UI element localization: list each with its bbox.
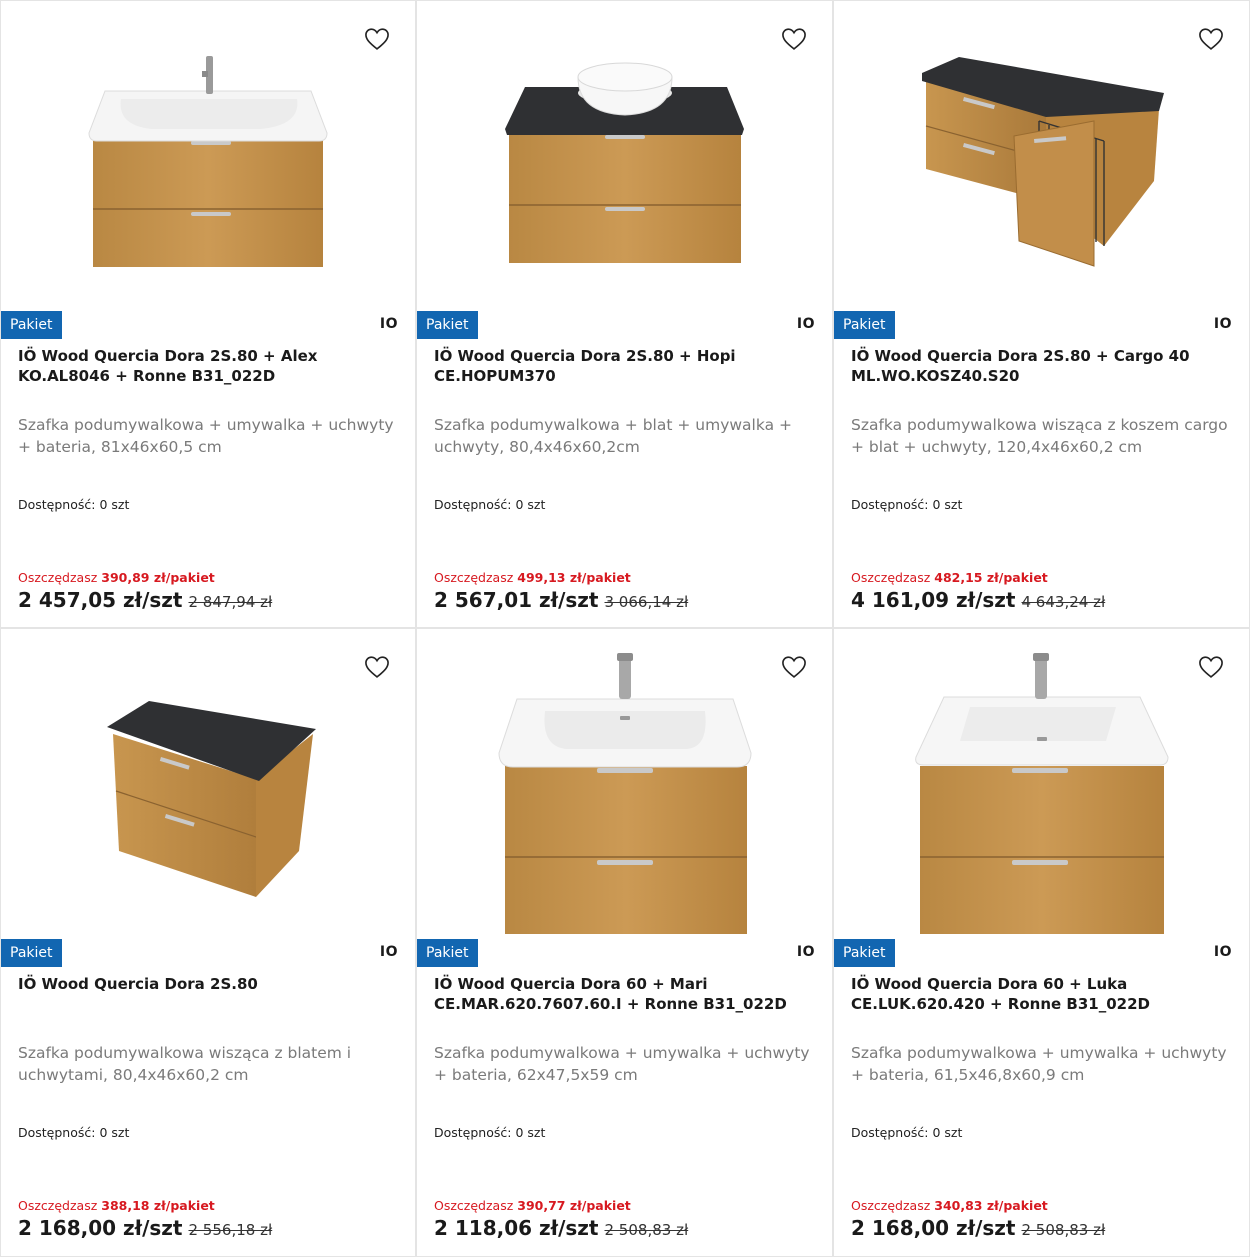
brand-logo: IO [1213,944,1232,960]
badge-row: Pakiet IO [417,939,832,967]
product-description: Szafka podumywalkowa + umywalka + uchwyt… [851,1044,1227,1084]
product-image[interactable] [834,1,1249,306]
availability: Dostępność: 0 szt [18,1125,130,1140]
savings: Oszczędzasz 340,83 zł/pakiet [851,1198,1048,1213]
badge-row: Pakiet IO [834,939,1249,967]
savings-value: 390,77 zł/pakiet [517,1198,631,1213]
savings-label: Oszczędzasz [434,570,514,585]
package-badge: Pakiet [834,311,895,339]
savings: Oszczędzasz 390,89 zł/pakiet [18,570,215,585]
price: 2 567,01 zł/szt [434,588,599,612]
savings: Oszczędzasz 482,15 zł/pakiet [851,570,1048,585]
product-image[interactable] [417,1,832,306]
price-row: 2 567,01 zł/szt 3 066,14 zł [434,588,688,612]
price-row: 2 118,06 zł/szt 2 508,83 zł [434,1216,688,1240]
price: 2 118,06 zł/szt [434,1216,599,1240]
savings-value: 482,15 zł/pakiet [934,570,1048,585]
package-badge: Pakiet [1,939,62,967]
availability: Dostępność: 0 szt [434,1125,546,1140]
product-image[interactable] [417,629,832,934]
heart-icon[interactable] [780,653,808,681]
product-card[interactable]: Pakiet IO IÖ Wood Quercia Dora 2S.80 + H… [416,0,833,628]
savings-value: 499,13 zł/pakiet [517,570,631,585]
product-title[interactable]: IÖ Wood Quercia Dora 60 + Luka CE.LUK.62… [851,974,1235,1014]
product-image[interactable] [834,629,1249,934]
savings-label: Oszczędzasz [434,1198,514,1213]
savings-label: Oszczędzasz [851,1198,931,1213]
product-card[interactable]: Pakiet IO IÖ Wood Quercia Dora 60 + Mari… [416,628,833,1257]
availability: Dostępność: 0 szt [18,497,130,512]
product-title[interactable]: IÖ Wood Quercia Dora 2S.80 + Alex KO.AL8… [18,346,401,386]
savings: Oszczędzasz 388,18 zł/pakiet [18,1198,215,1213]
product-grid: Pakiet IO IÖ Wood Quercia Dora 2S.80 + A… [0,0,1250,1257]
product-title[interactable]: IÖ Wood Quercia Dora 2S.80 + Cargo 40 ML… [851,346,1235,386]
savings-label: Oszczędzasz [18,1198,98,1213]
package-badge: Pakiet [417,311,478,339]
product-card[interactable]: Pakiet IO IÖ Wood Quercia Dora 2S.80 + A… [0,0,416,628]
package-badge: Pakiet [834,939,895,967]
old-price: 3 066,14 zł [604,593,689,611]
product-card[interactable]: Pakiet IO IÖ Wood Quercia Dora 60 + Luka… [833,628,1250,1257]
heart-icon[interactable] [1197,653,1225,681]
price-row: 2 457,05 zł/szt 2 847,94 zł [18,588,272,612]
savings-value: 388,18 zł/pakiet [101,1198,215,1213]
old-price: 2 508,83 zł [1021,1221,1106,1239]
package-badge: Pakiet [417,939,478,967]
product-title[interactable]: IÖ Wood Quercia Dora 2S.80 [18,974,401,994]
old-price: 2 847,94 zł [188,593,273,611]
savings-label: Oszczędzasz [18,570,98,585]
heart-icon[interactable] [363,653,391,681]
badge-row: Pakiet IO [417,311,832,339]
price: 2 168,00 zł/szt [18,1216,183,1240]
old-price: 2 556,18 zł [188,1221,273,1239]
brand-logo: IO [796,944,815,960]
availability: Dostępność: 0 szt [851,1125,963,1140]
product-description: Szafka podumywalkowa wisząca z blatem i … [18,1044,352,1084]
price: 2 168,00 zł/szt [851,1216,1016,1240]
old-price: 4 643,24 zł [1021,593,1106,611]
product-title[interactable]: IÖ Wood Quercia Dora 2S.80 + Hopi CE.HOP… [434,346,818,386]
product-description: Szafka podumywalkowa + umywalka + uchwyt… [18,416,394,456]
price: 4 161,09 zł/szt [851,588,1016,612]
product-title[interactable]: IÖ Wood Quercia Dora 60 + Mari CE.MAR.62… [434,974,818,1014]
heart-icon[interactable] [780,25,808,53]
price-row: 2 168,00 zł/szt 2 508,83 zł [851,1216,1105,1240]
old-price: 2 508,83 zł [604,1221,689,1239]
product-description: Szafka podumywalkowa + umywalka + uchwyt… [434,1044,810,1084]
savings-value: 340,83 zł/pakiet [934,1198,1048,1213]
brand-logo: IO [1213,316,1232,332]
badge-row: Pakiet IO [1,939,415,967]
availability: Dostępność: 0 szt [851,497,963,512]
savings-value: 390,89 zł/pakiet [101,570,215,585]
availability: Dostępność: 0 szt [434,497,546,512]
price: 2 457,05 zł/szt [18,588,183,612]
product-image[interactable] [1,1,415,306]
savings-label: Oszczędzasz [851,570,931,585]
badge-row: Pakiet IO [1,311,415,339]
product-image[interactable] [1,629,415,934]
product-description: Szafka podumywalkowa + blat + umywalka +… [434,416,792,456]
savings: Oszczędzasz 390,77 zł/pakiet [434,1198,631,1213]
price-row: 2 168,00 zł/szt 2 556,18 zł [18,1216,272,1240]
heart-icon[interactable] [1197,25,1225,53]
brand-logo: IO [379,316,398,332]
savings: Oszczędzasz 499,13 zł/pakiet [434,570,631,585]
product-description: Szafka podumywalkowa wisząca z koszem ca… [851,416,1228,456]
heart-icon[interactable] [363,25,391,53]
brand-logo: IO [379,944,398,960]
badge-row: Pakiet IO [834,311,1249,339]
product-card[interactable]: Pakiet IO IÖ Wood Quercia Dora 2S.80 + C… [833,0,1250,628]
product-card[interactable]: Pakiet IO IÖ Wood Quercia Dora 2S.80 Sza… [0,628,416,1257]
price-row: 4 161,09 zł/szt 4 643,24 zł [851,588,1105,612]
brand-logo: IO [796,316,815,332]
package-badge: Pakiet [1,311,62,339]
